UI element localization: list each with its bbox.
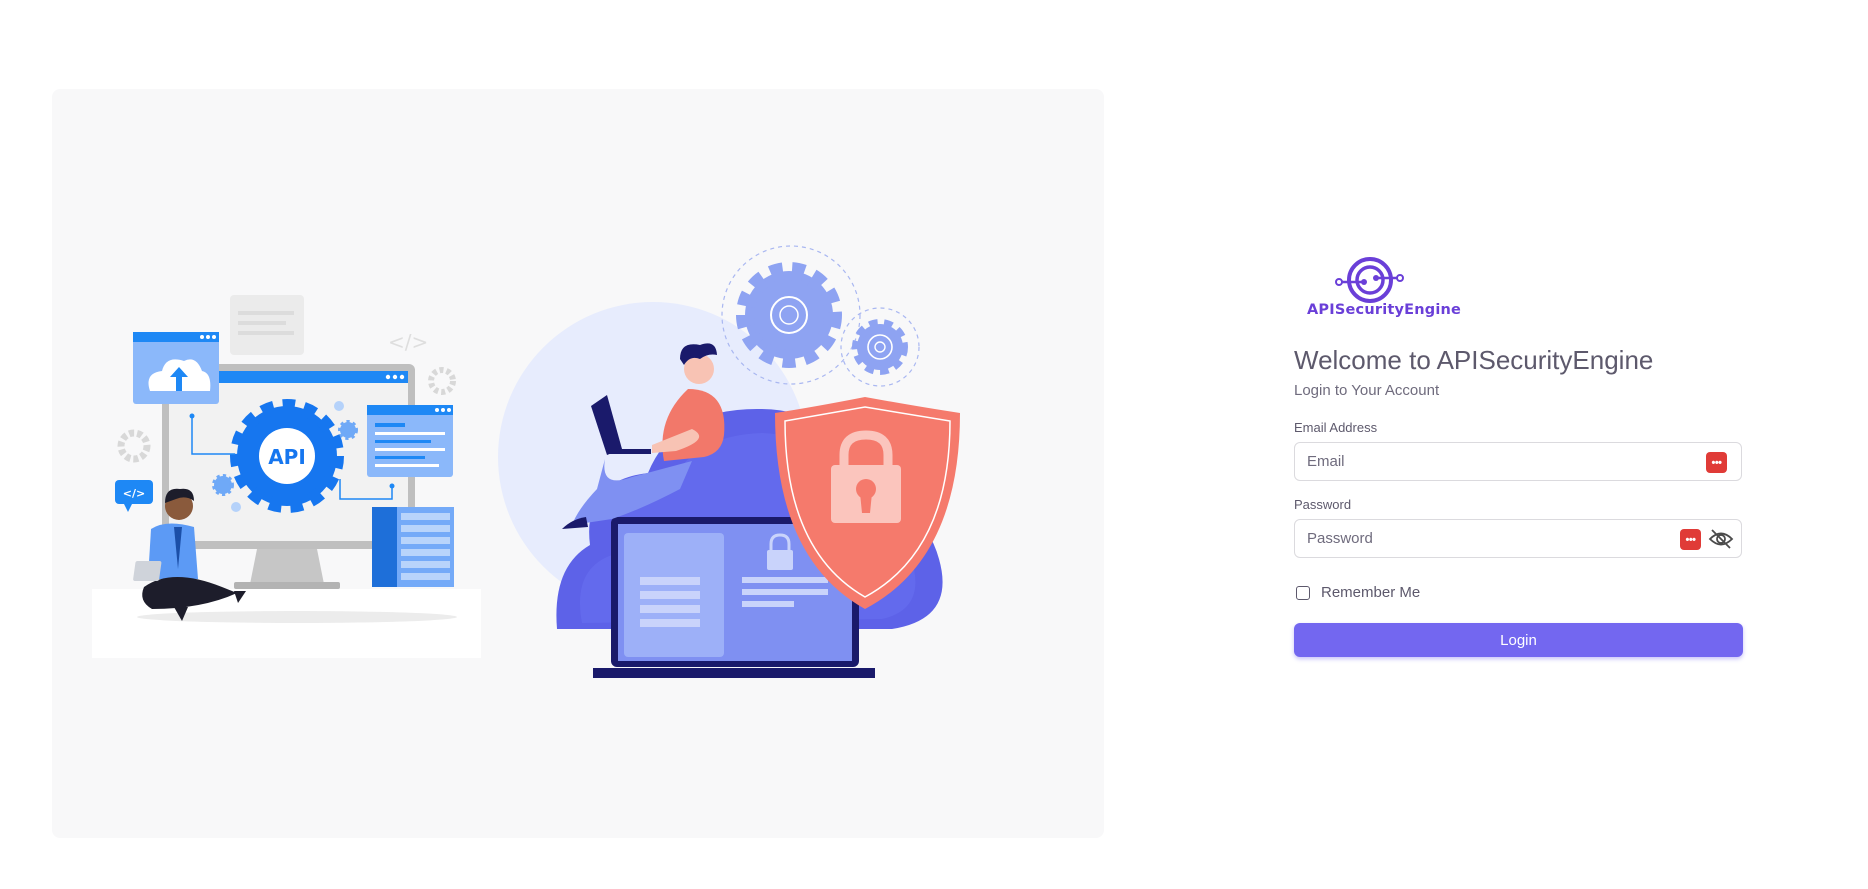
- login-button[interactable]: Login: [1294, 623, 1743, 657]
- password-manager-icon[interactable]: •••: [1680, 529, 1701, 550]
- api-security-illustration: </> API </>: [92, 245, 960, 678]
- brand-name: APISecurityEngine: [1307, 302, 1462, 318]
- eye-slash-icon[interactable]: [1708, 528, 1734, 550]
- svg-text:API: API: [268, 445, 306, 469]
- email-label: Email Address: [1294, 420, 1378, 435]
- email-input[interactable]: [1295, 443, 1741, 480]
- login-page: </> API </> APISecurityEngine Welcome to…: [0, 0, 1868, 889]
- welcome-heading: Welcome to APISecurityEngine: [1294, 345, 1654, 375]
- remember-me-checkbox[interactable]: [1296, 585, 1310, 600]
- remember-me-label[interactable]: Remember Me: [1321, 584, 1420, 601]
- remember-me-row: Remember Me: [1294, 584, 1743, 601]
- svg-text:</>: </>: [388, 330, 428, 354]
- password-manager-icon[interactable]: •••: [1706, 452, 1727, 473]
- password-field-wrapper: •••: [1294, 519, 1742, 558]
- illustration-panel: </> API </>: [52, 89, 1104, 838]
- login-card: APISecurityEngine Welcome to APISecurity…: [1294, 256, 1743, 657]
- brand-logo: APISecurityEngine: [1300, 256, 1462, 322]
- password-input[interactable]: [1295, 520, 1741, 557]
- login-subtitle: Login to Your Account: [1294, 382, 1440, 399]
- svg-text:</>: </>: [123, 487, 145, 500]
- email-field-wrapper: •••: [1294, 442, 1742, 481]
- shield-circuit-logo-icon: [1335, 257, 1404, 303]
- password-label: Password: [1294, 497, 1352, 512]
